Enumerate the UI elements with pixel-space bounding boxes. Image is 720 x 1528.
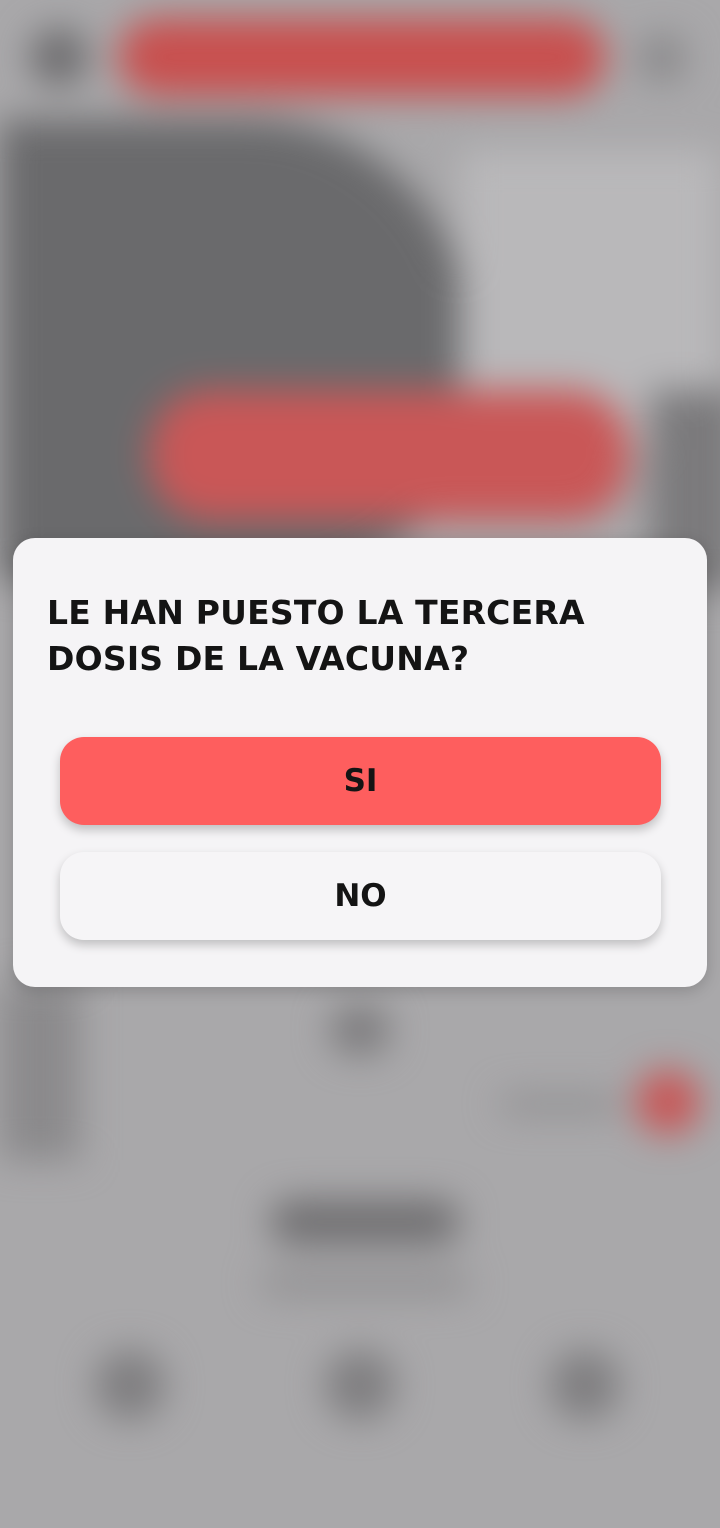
background-red-band [150, 390, 630, 520]
background-tab-icon [550, 1350, 620, 1420]
dialog-question: LE HAN PUESTO LA TERCERA DOSIS DE LA VAC… [47, 593, 585, 678]
background-avatar [30, 28, 88, 86]
yes-button[interactable]: SI [60, 737, 661, 825]
screen: LE HAN PUESTO LA TERCERA DOSIS DE LA VAC… [0, 0, 720, 1528]
background-left-panel [0, 980, 80, 1160]
no-button[interactable]: NO [60, 852, 661, 940]
background-header-banner [118, 18, 606, 96]
background-title [270, 1200, 460, 1244]
background-subtitle [260, 1270, 470, 1296]
background-tab-icon [325, 1350, 395, 1420]
background-header-icon [640, 36, 684, 80]
question-dialog: LE HAN PUESTO LA TERCERA DOSIS DE LA VAC… [13, 538, 707, 987]
background-center-icon [330, 1005, 390, 1055]
background-text-line [500, 1095, 620, 1113]
background-tab-icon [95, 1350, 165, 1420]
background-red-dot [636, 1070, 700, 1134]
